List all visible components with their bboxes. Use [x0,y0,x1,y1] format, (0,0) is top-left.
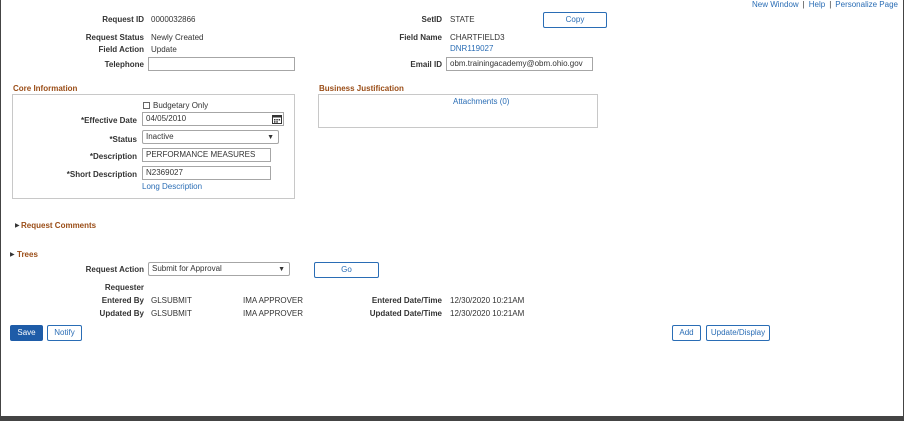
request-status-label: Request Status [85,33,144,42]
effective-date-input[interactable]: 04/05/2010 [142,112,284,126]
status-label: *Status [109,135,137,144]
chevron-down-icon: ▼ [278,266,285,273]
entered-by-name: IMA APPROVER [243,296,304,305]
requester-label: Requester [104,283,144,292]
save-button[interactable]: Save [10,325,43,341]
email-label: Email ID [410,60,442,69]
request-id-label: Request ID [102,15,144,24]
chevron-down-icon: ▼ [267,134,274,141]
business-justification-title: Business Justification [319,84,404,93]
field-action-label: Field Action [98,45,144,54]
entered-datetime-label: Entered Date/Time [371,296,442,305]
field-action-value: Update [151,45,177,54]
request-status-value: Newly Created [151,33,204,42]
go-button[interactable]: Go [314,262,379,278]
field-value-link[interactable]: DNR119027 [450,44,493,53]
description-input[interactable]: PERFORMANCE MEASURES [142,148,271,162]
help-link[interactable]: Help [809,0,825,9]
field-name-value: CHARTFIELD3 [450,33,505,42]
core-information-title: Core Information [13,84,78,93]
description-label: *Description [89,152,137,161]
updated-by-label: Updated By [99,309,144,318]
expand-triangle-icon[interactable]: ▶ [15,222,20,229]
effective-date-label: *Effective Date [80,116,137,125]
separator: | [829,0,832,9]
telephone-input[interactable] [148,57,295,71]
request-action-label: Request Action [85,265,144,274]
calendar-icon[interactable] [272,114,282,124]
request-comments-title[interactable]: Request Comments [21,221,96,230]
personalize-page-link[interactable]: Personalize Page [835,0,898,9]
short-description-label: *Short Description [66,170,137,179]
window-bottom-bar [0,416,904,421]
updated-by-name: IMA APPROVER [243,309,304,318]
email-input[interactable]: obm.trainingacademy@obm.ohio.gov [446,57,593,71]
setid-label: SetID [421,15,442,24]
expand-triangle-icon[interactable]: ▶ [10,251,15,258]
add-button[interactable]: Add [672,325,701,341]
setid-value: STATE [450,15,475,24]
updated-datetime-label: Updated Date/Time [369,309,442,318]
status-selected-value: Inactive [146,132,174,141]
trees-title[interactable]: Trees [17,250,38,259]
updated-datetime-value: 12/30/2020 10:21AM [450,309,525,318]
request-action-selected-value: Submit for Approval [152,264,222,273]
entered-by-label: Entered By [101,296,144,305]
field-name-label: Field Name [399,33,442,42]
updated-by-id: GLSUBMIT [151,309,192,318]
request-action-select[interactable]: Submit for Approval ▼ [148,262,290,276]
attachments-link[interactable]: Attachments (0) [453,97,509,106]
status-select[interactable]: Inactive ▼ [142,130,279,144]
update-display-button[interactable]: Update/Display [706,325,770,341]
request-id-value: 0000032866 [151,15,196,24]
budgetary-only-label: Budgetary Only [153,101,209,110]
entered-by-id: GLSUBMIT [151,296,192,305]
long-description-link[interactable]: Long Description [142,182,202,191]
entered-datetime-value: 12/30/2020 10:21AM [450,296,525,305]
short-description-input[interactable]: N2369027 [142,166,271,180]
new-window-link[interactable]: New Window [752,0,799,9]
top-links: New Window | Help | Personalize Page [752,0,898,9]
separator: | [802,0,805,9]
telephone-label: Telephone [104,60,144,69]
copy-button[interactable]: Copy [543,12,607,28]
notify-button[interactable]: Notify [47,325,82,341]
budgetary-only-checkbox[interactable] [143,102,150,109]
